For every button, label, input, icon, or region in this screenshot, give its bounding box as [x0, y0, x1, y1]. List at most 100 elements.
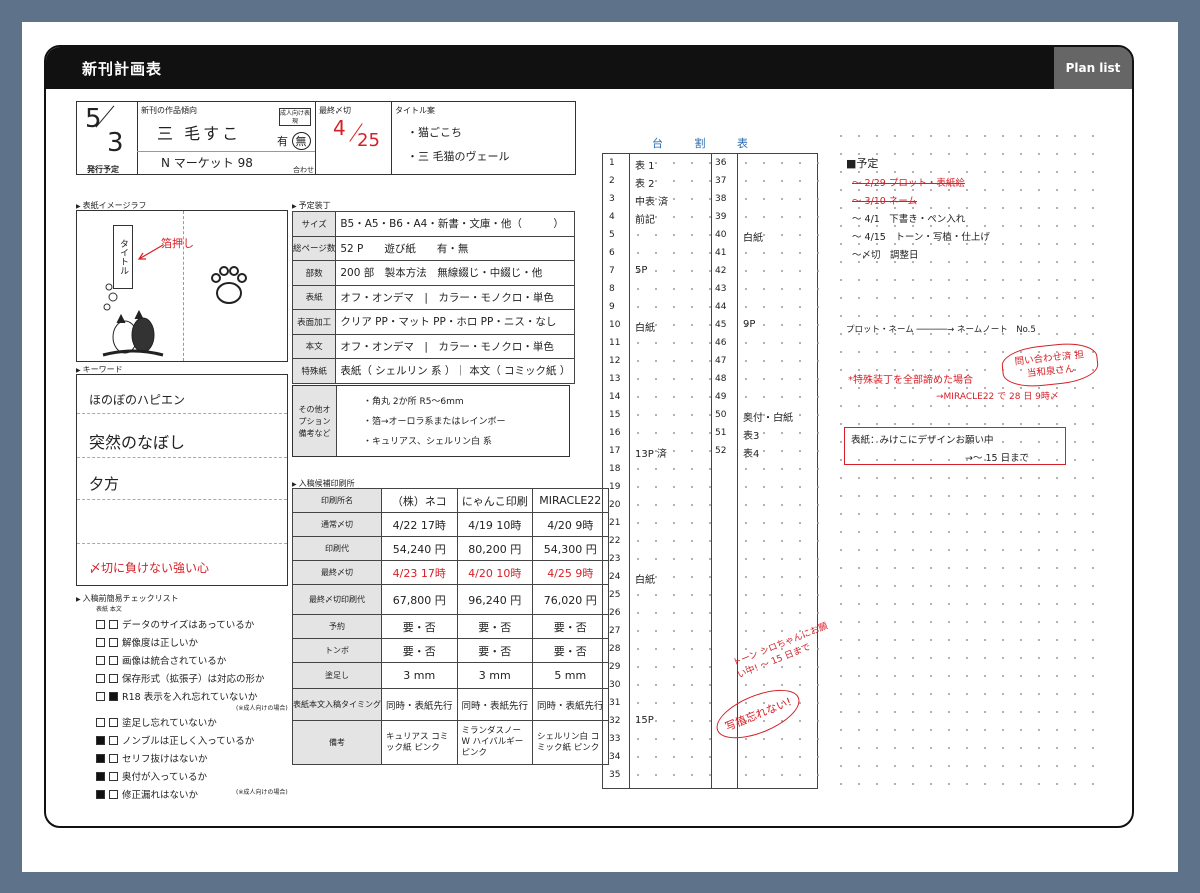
printer-cell: 5 mm [532, 662, 609, 689]
printer-cell: 4/20 10時 [456, 560, 534, 585]
page-note: 5P [635, 265, 648, 276]
release-label: 発行予定 [87, 165, 119, 174]
page-number: 21 [609, 518, 621, 528]
page-number: 8 [609, 284, 615, 294]
page-number: 49 [715, 392, 727, 402]
printer-key: トンボ [292, 638, 382, 663]
checkbox-body[interactable] [109, 674, 118, 683]
checkbox-body[interactable] [109, 656, 118, 665]
paw-stamp-icon [211, 266, 247, 304]
checklist-text: セリフ抜けはないか [122, 754, 208, 765]
option-3: ・キュリアス、シェルリン白 系 [363, 437, 492, 447]
page-number: 47 [715, 356, 727, 366]
schedule-item: ～ 3/10 ネーム [852, 196, 918, 207]
checkbox-cover[interactable] [96, 772, 105, 781]
schedule-item: ～ 4/1 下書き・ペン入れ [852, 214, 966, 225]
printer-key: 最終〆切印刷代 [292, 584, 382, 615]
checkbox-cover[interactable] [96, 674, 105, 683]
adult-label: 成人向け表現 [279, 108, 311, 126]
page-number: 51 [715, 428, 727, 438]
checkbox-body[interactable] [109, 736, 118, 745]
checkbox-body[interactable] [109, 790, 118, 799]
page-note: 15P [635, 715, 654, 726]
spec-row: サイズ B5・A5・B6・A4・新書・文庫・他（ ） [291, 211, 576, 237]
arrow-icon [137, 244, 164, 260]
checklist-item: 修正漏れはないか [96, 787, 198, 801]
checkbox-cover[interactable] [96, 718, 105, 727]
printer-key: 予約 [292, 614, 382, 639]
printer-row: 最終〆切印刷代 67,800 円 96,240 円 76,020 円 [292, 584, 609, 615]
genre-label: 新刊の作品傾向 [141, 106, 197, 115]
printer-row: トンボ 要・否 要・否 要・否 [292, 638, 609, 663]
plan-list-tab[interactable]: Plan list [1054, 47, 1132, 89]
checkbox-cover[interactable] [96, 754, 105, 763]
printer-key: 塗足し [292, 662, 382, 689]
spec-row: 部数 200 部 製本方法 無線綴じ・中綴じ・他 [291, 260, 576, 286]
title-bar: 新刊計画表 Plan list [46, 47, 1132, 89]
foil-note: 箔押し [161, 237, 194, 250]
page-number: 48 [715, 374, 727, 384]
page-number: 23 [609, 554, 621, 564]
schedule-item: ～ 4/15 トーン・写植・仕上げ [852, 232, 990, 243]
page-number: 42 [715, 266, 727, 276]
checklist-text: 画像は統合されているか [122, 656, 227, 667]
checkbox-cover[interactable] [96, 692, 105, 701]
page-number: 20 [609, 500, 621, 510]
spec-value: 52 P 遊び紙 有・無 [335, 235, 576, 261]
printer-key: 印刷代 [292, 536, 382, 561]
checkbox-body[interactable] [109, 718, 118, 727]
printer-key: 印刷所名 [292, 488, 382, 513]
printer-cell: （株）ネコ [381, 488, 458, 513]
titles-label: タイトル案 [395, 106, 435, 115]
cover-design-note: 表紙：みけこにデザインお願い中 [851, 435, 994, 446]
checkbox-body[interactable] [109, 754, 118, 763]
checkbox-body[interactable] [109, 772, 118, 781]
checklist-text: 修正漏れはないか [122, 790, 199, 801]
printer-cell: 4/23 17時 [381, 560, 458, 585]
page-note: 表3 [743, 431, 760, 442]
spec-value: B5・A5・B6・A4・新書・文庫・他（ ） [335, 211, 576, 237]
printer-cell: 80,200 円 [456, 536, 534, 561]
printer-row: 表紙本文入稿タイミング 同時・表紙先行 同時・表紙先行 同時・表紙先行 [292, 688, 609, 721]
page-number: 17 [609, 446, 621, 456]
checkbox-cover[interactable] [96, 620, 105, 629]
printer-cell: 54,300 円 [532, 536, 609, 561]
page-number: 46 [715, 338, 727, 348]
checkbox-cover[interactable] [96, 736, 105, 745]
special-note: *特殊装丁を全部諦めた場合 [848, 375, 973, 386]
deadline-day: 25 [357, 130, 380, 151]
checkbox-cover[interactable] [96, 656, 105, 665]
checkbox-body[interactable] [109, 620, 118, 629]
checkbox-cover[interactable] [96, 790, 105, 799]
printer-cell: 96,240 円 [456, 584, 534, 615]
checkbox-body[interactable] [109, 638, 118, 647]
printer-row: 備考 キュリアス コミック紙 ピンク ミランダスノーW ハイバルギー ピンク シェルリ… [292, 720, 609, 765]
printer-cell: 要・否 [381, 638, 458, 663]
printer-cell: 4/20 9時 [532, 512, 609, 537]
checklist-text: 奥付が入っているか [122, 772, 208, 783]
checkbox-cover[interactable] [96, 638, 105, 647]
page-note: 前記 [635, 215, 655, 226]
info-box: 5 3 発行予定 新刊の作品傾向 三 毛すこ 成人向け表現 有 無 N マーケッ… [76, 101, 576, 175]
page-number: 52 [715, 446, 727, 456]
printer-cell: 同時・表紙先行 [381, 688, 458, 721]
spec-value: オフ・オンデマ | カラー・モノクロ・単色 [335, 284, 576, 310]
page-number: 31 [609, 698, 621, 708]
printer-cell: 要・否 [381, 614, 458, 639]
printer-key: 最終〆切 [292, 560, 382, 585]
checklist-item: 保存形式（拡張子）は対応の形か [96, 671, 265, 685]
printer-row: 予約 要・否 要・否 要・否 [292, 614, 609, 639]
printer-row: 印刷代 54,240 円 80,200 円 54,300 円 [292, 536, 609, 561]
page-number: 7 [609, 266, 615, 276]
printer-cell: 要・否 [532, 638, 609, 663]
spec-value: クリア PP・マット PP・ホロ PP・ニス・なし [335, 309, 576, 335]
page-number: 13 [609, 374, 621, 384]
page-number: 10 [609, 320, 621, 330]
event-name: N マーケット 98 [161, 156, 253, 170]
cover-design-box: 表紙：みけこにデザインお願い中 →～ 15 日まで [844, 427, 1066, 465]
page-number: 1 [609, 158, 615, 168]
spec-table: サイズ B5・A5・B6・A4・新書・文庫・他（ ）総ページ数 52 P 遊び紙 有… [291, 211, 576, 384]
checklist-note-1: (※成人向けの場合) [236, 705, 288, 712]
checkbox-body[interactable] [109, 692, 118, 701]
checklist-text: 塗足し忘れていないか [122, 718, 217, 729]
